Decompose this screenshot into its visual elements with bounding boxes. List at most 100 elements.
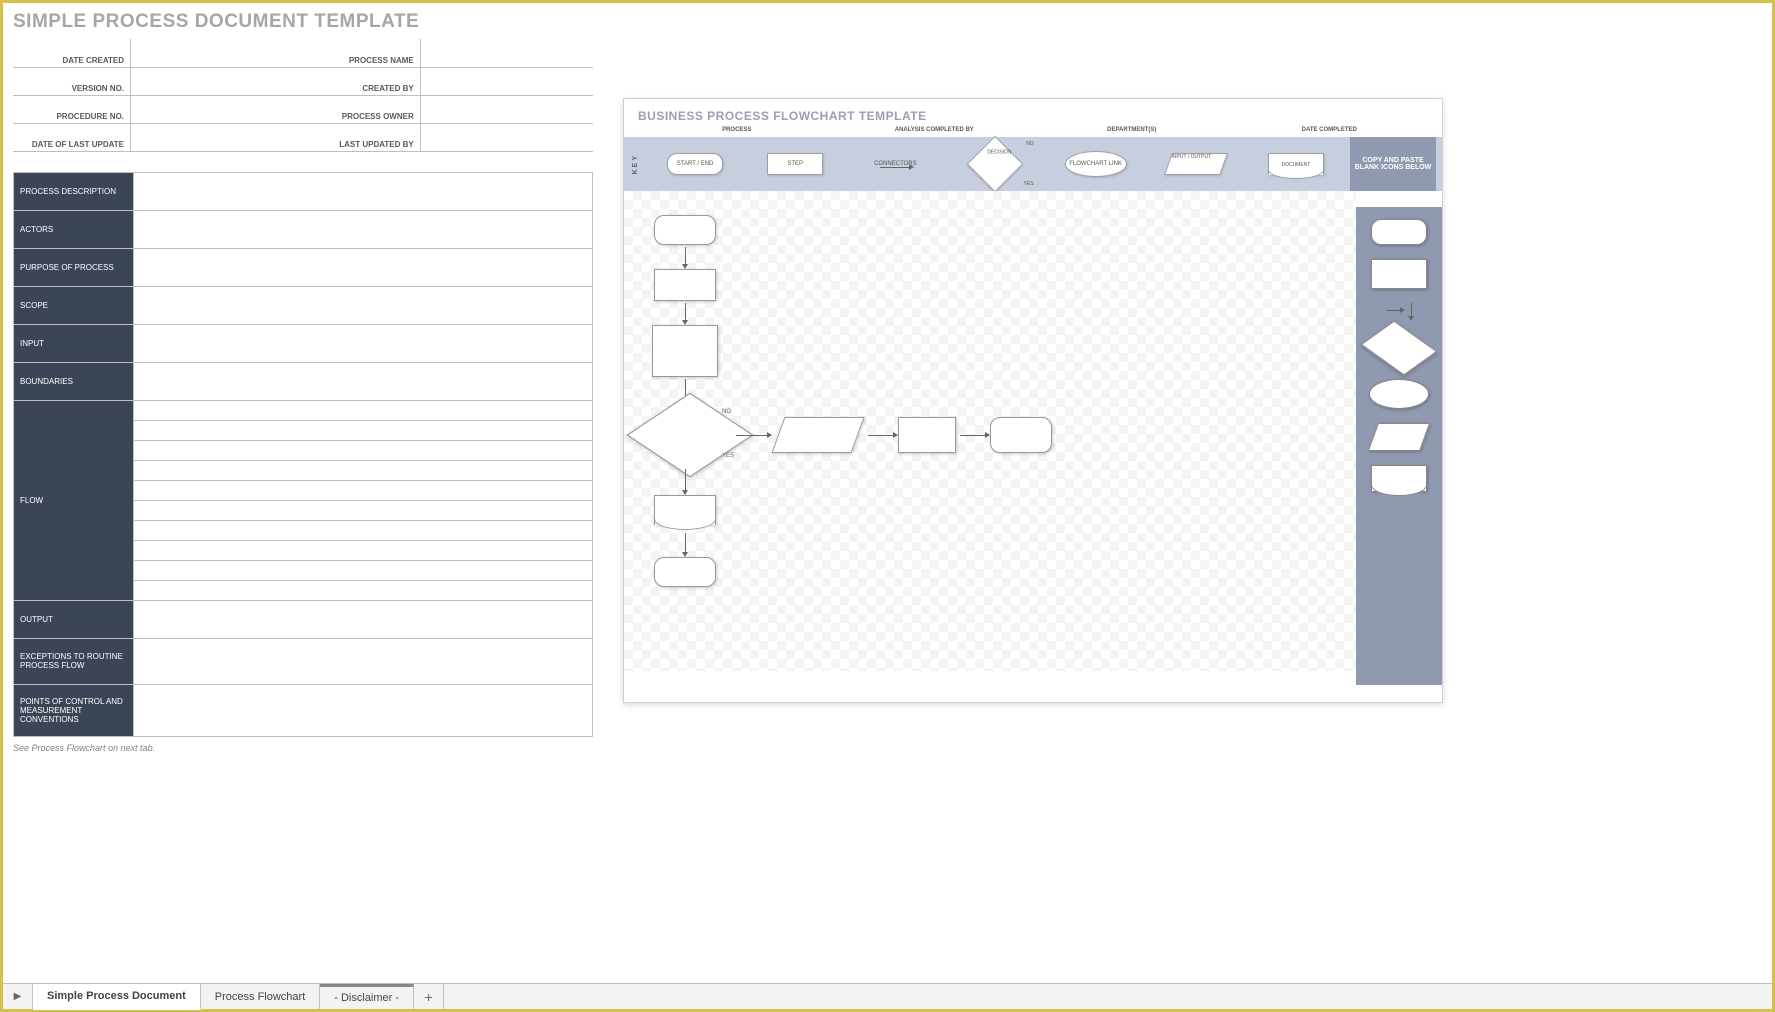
canvas-io-shape[interactable]: [771, 417, 864, 453]
tab-nav-icon[interactable]: ▶: [3, 984, 33, 1009]
field-version-no[interactable]: [131, 67, 304, 95]
legend-input-output: INPUT / OUTPUT: [1150, 153, 1242, 175]
field-flow-1[interactable]: [134, 400, 593, 420]
header-analysis: ANALYSIS COMPLETED BY: [836, 127, 1034, 133]
field-created-by[interactable]: [420, 67, 593, 95]
field-purpose[interactable]: [134, 248, 593, 286]
flowchart-canvas[interactable]: NO YES: [624, 191, 1356, 671]
canvas-arrow-h2: [868, 435, 894, 436]
canvas-step-3[interactable]: [898, 417, 956, 453]
canvas-arrow-2: [685, 303, 686, 321]
field-procedure-no[interactable]: [131, 95, 304, 123]
canvas-arrow-1: [685, 247, 686, 265]
field-flow-5[interactable]: [134, 480, 593, 500]
field-flow-7[interactable]: [134, 520, 593, 540]
legend-step: STEP: [749, 153, 841, 175]
decision-yes-label: YES: [1024, 181, 1034, 187]
field-input[interactable]: [134, 324, 593, 362]
footnote-text: See Process Flowchart on next tab.: [13, 743, 593, 753]
flowchart-title: BUSINESS PROCESS FLOWCHART TEMPLATE: [624, 99, 1442, 127]
field-flow-10[interactable]: [134, 580, 593, 600]
canvas-document[interactable]: [654, 495, 716, 525]
field-flow-3[interactable]: [134, 440, 593, 460]
canvas-arrow-5: [685, 533, 686, 553]
field-exceptions[interactable]: [134, 638, 593, 684]
palette-diamond-icon[interactable]: [1360, 320, 1437, 375]
canvas-start-shape[interactable]: [654, 215, 716, 245]
field-points[interactable]: [134, 684, 593, 736]
canvas-step-2[interactable]: [652, 325, 718, 377]
field-process-description[interactable]: [134, 172, 593, 210]
label-process-name: PROCESS NAME: [303, 39, 420, 67]
canvas-decision[interactable]: [626, 393, 753, 478]
palette-rounded-icon[interactable]: [1371, 219, 1427, 245]
legend-flowchart-link: FLOWCHART LINK: [1050, 151, 1142, 177]
document-title: SIMPLE PROCESS DOCUMENT TEMPLATE: [13, 11, 593, 33]
canvas-step-4[interactable]: [990, 417, 1052, 453]
decision-icon: DECISION: [967, 136, 1024, 193]
legend-bar: KEY START / END STEP CONNECTORS NO DECIS…: [624, 137, 1442, 191]
palette-connectors-icon[interactable]: [1387, 303, 1412, 317]
label-last-updated-by: LAST UPDATED BY: [303, 123, 420, 151]
legend-connectors: CONNECTORS: [849, 161, 941, 168]
canvas-arrow-h3: [960, 435, 986, 436]
field-flow-9[interactable]: [134, 560, 593, 580]
step-icon: STEP: [767, 153, 823, 175]
tab-process-flowchart[interactable]: Process Flowchart: [201, 984, 320, 1009]
label-points: POINTS OF CONTROL AND MEASUREMENT CONVEN…: [14, 684, 134, 736]
sheet-tab-bar: ▶ Simple Process Document Process Flowch…: [3, 983, 1772, 1009]
canvas-step-1[interactable]: [654, 269, 716, 301]
field-flow-2[interactable]: [134, 420, 593, 440]
canvas-no-label: NO: [722, 409, 731, 415]
flowchart-link-icon: FLOWCHART LINK: [1065, 151, 1127, 177]
shape-palette: [1356, 207, 1442, 685]
document-icon: DOCUMENT: [1268, 153, 1324, 175]
label-created-by: CREATED BY: [303, 67, 420, 95]
field-boundaries[interactable]: [134, 362, 593, 400]
field-flow-4[interactable]: [134, 460, 593, 480]
field-scope[interactable]: [134, 286, 593, 324]
header-departments: DEPARTMENT(S): [1033, 127, 1231, 133]
label-procedure-no: PROCEDURE NO.: [13, 95, 131, 123]
field-process-name[interactable]: [420, 39, 593, 67]
decision-no-label: NO: [1026, 141, 1034, 147]
sections-table: PROCESS DESCRIPTION ACTORS PURPOSE OF PR…: [13, 172, 593, 737]
palette-parallelogram-icon[interactable]: [1368, 423, 1430, 451]
add-sheet-button[interactable]: +: [414, 984, 444, 1009]
canvas-end-shape[interactable]: [654, 557, 716, 587]
copy-paste-panel-header: COPY AND PASTE BLANK ICONS BELOW: [1350, 137, 1436, 191]
label-actors: ACTORS: [14, 210, 134, 248]
label-flow: FLOW: [14, 400, 134, 600]
field-actors[interactable]: [134, 210, 593, 248]
tab-simple-process-document[interactable]: Simple Process Document: [33, 984, 201, 1010]
connector-arrow-icon: [880, 167, 910, 168]
legend-start-end: START / END: [649, 153, 741, 175]
label-boundaries: BOUNDARIES: [14, 362, 134, 400]
canvas-yes-label: YES: [722, 453, 734, 459]
field-last-updated-by[interactable]: [420, 123, 593, 151]
label-exceptions: EXCEPTIONS TO ROUTINE PROCESS FLOW: [14, 638, 134, 684]
field-process-owner[interactable]: [420, 95, 593, 123]
field-output[interactable]: [134, 600, 593, 638]
header-date-completed: DATE COMPLETED: [1231, 127, 1429, 133]
tab-disclaimer[interactable]: - Disclaimer -: [320, 984, 414, 1009]
label-process-owner: PROCESS OWNER: [303, 95, 420, 123]
field-flow-8[interactable]: [134, 540, 593, 560]
field-flow-6[interactable]: [134, 500, 593, 520]
label-scope: SCOPE: [14, 286, 134, 324]
legend-key-label: KEY: [630, 154, 641, 174]
start-end-icon: START / END: [667, 153, 723, 175]
palette-rect-icon[interactable]: [1371, 259, 1427, 289]
label-purpose: PURPOSE OF PROCESS: [14, 248, 134, 286]
flowchart-pane: BUSINESS PROCESS FLOWCHART TEMPLATE PROC…: [603, 3, 1772, 973]
field-date-last-update[interactable]: [131, 123, 304, 151]
palette-ellipse-icon[interactable]: [1369, 379, 1429, 409]
process-document-pane: SIMPLE PROCESS DOCUMENT TEMPLATE DATE CR…: [3, 3, 603, 973]
canvas-arrow-h1: [736, 435, 768, 436]
palette-document-icon[interactable]: [1371, 465, 1427, 491]
metadata-table: DATE CREATED PROCESS NAME VERSION NO. CR…: [13, 39, 593, 152]
label-process-description: PROCESS DESCRIPTION: [14, 172, 134, 210]
label-date-created: DATE CREATED: [13, 39, 131, 67]
label-output: OUTPUT: [14, 600, 134, 638]
field-date-created[interactable]: [131, 39, 304, 67]
